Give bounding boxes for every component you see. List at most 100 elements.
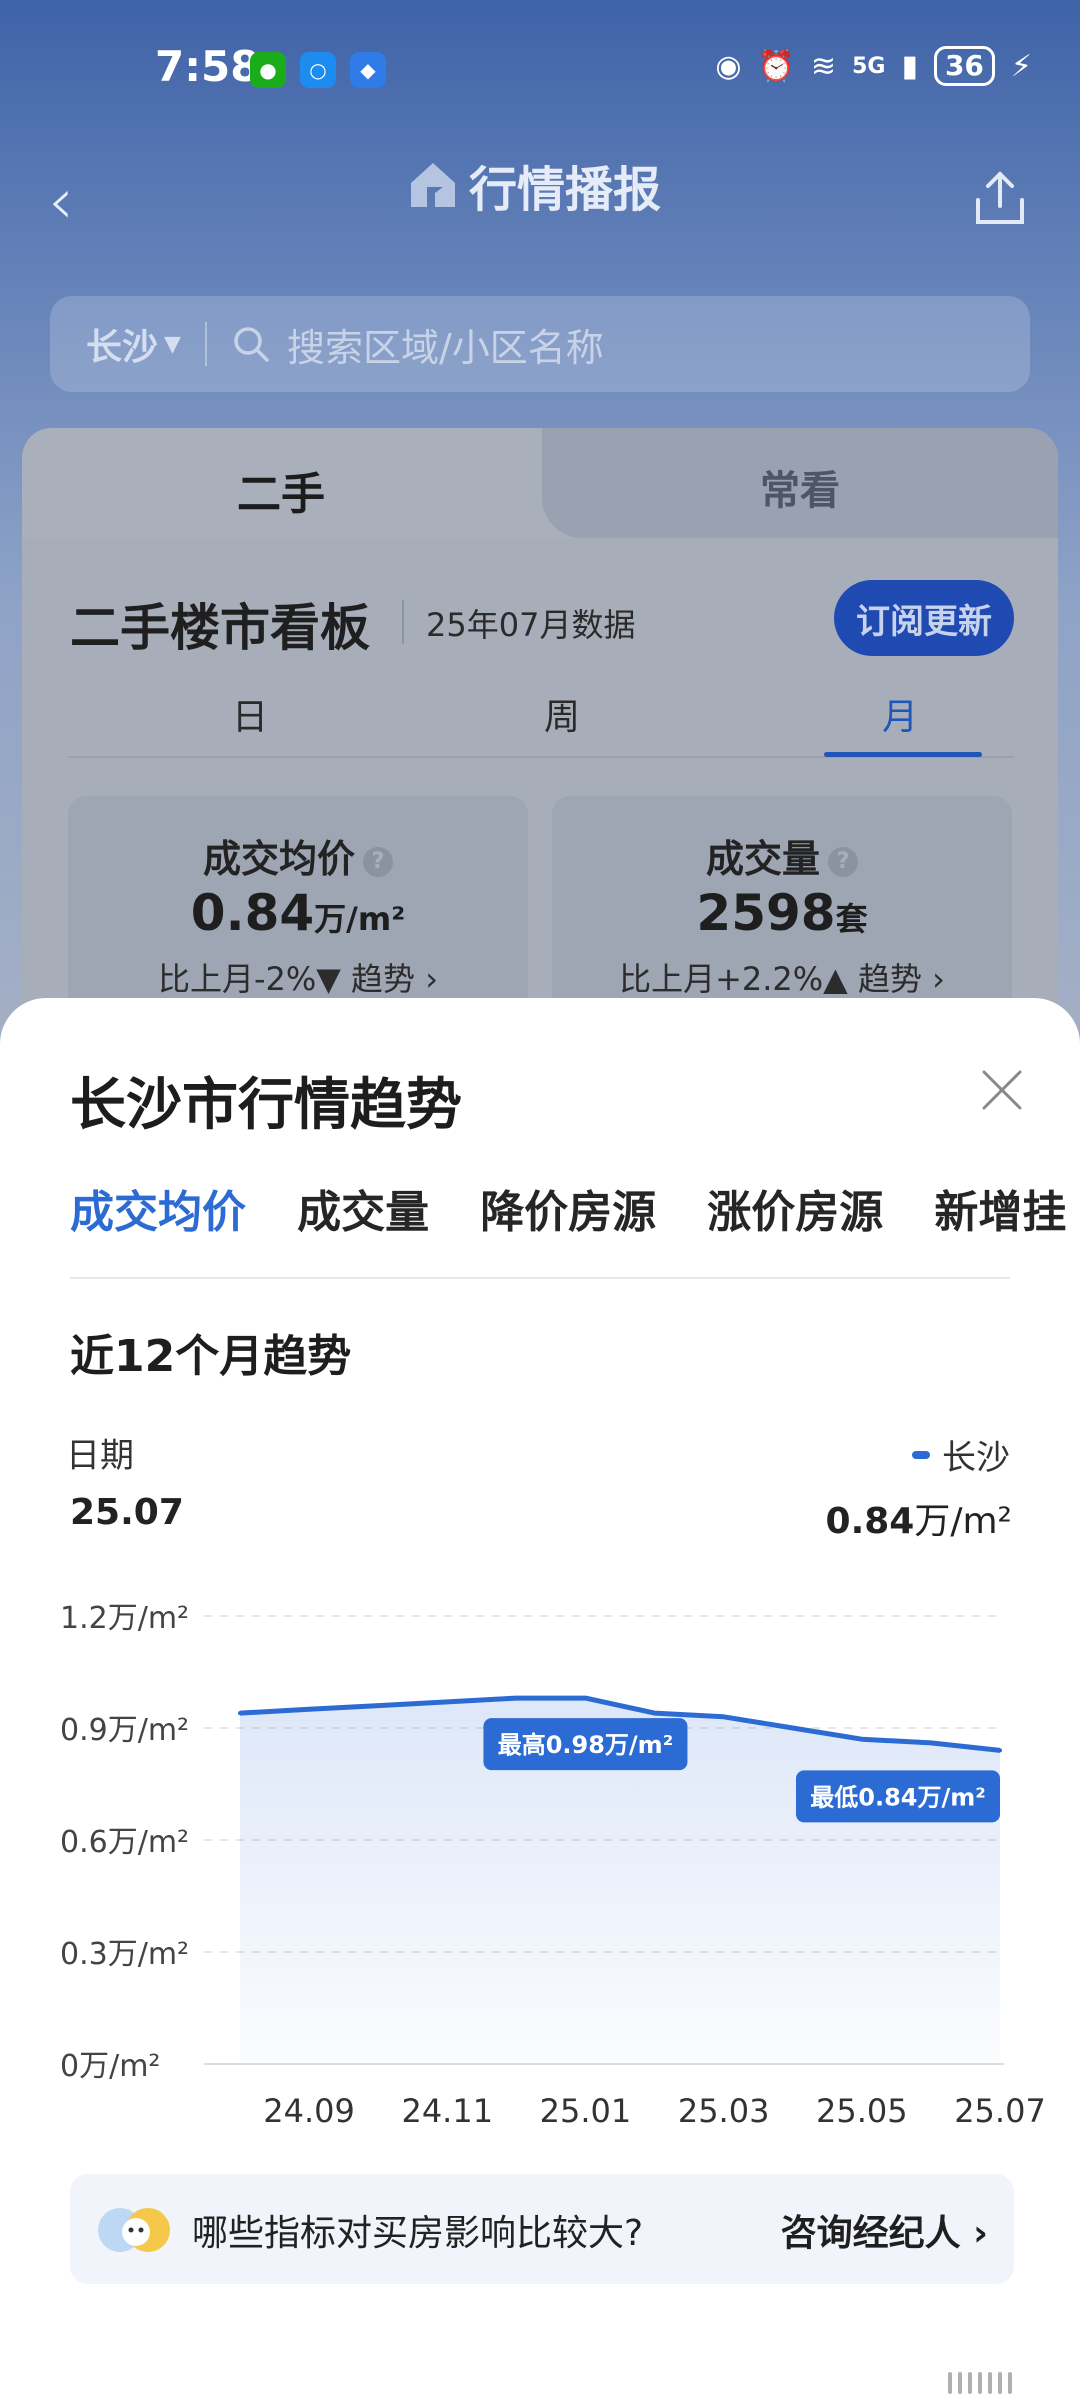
data-point [307,1707,312,1712]
x-tick-label: 24.11 [401,2092,493,2130]
period-tab-day[interactable]: 日 [232,688,268,740]
search-icon [234,327,269,362]
stat-avg-price-value: 0.84 [190,884,315,942]
sheet-title: 长沙市行情趋势 [70,1073,462,1138]
wifi-icon: ≋ [810,48,837,84]
search-app-icon: ○ [300,52,336,88]
help-icon[interactable]: ? [363,846,393,877]
x-tick-label: 25.07 [954,2092,1046,2130]
y-tick-label: 1.2万/m² [60,1601,189,1636]
board-title: 二手楼市看板 [70,599,370,657]
metric-tab-new-listing[interactable]: 新增挂 [934,1176,1066,1240]
x-tick-label: 24.09 [263,2092,355,2130]
stat-volume-compare: 比上月+2.2%▲ 趋势 › [619,960,945,998]
date-value: 25.07 [70,1492,184,1533]
page-title: 行情播报 [469,162,662,218]
y-tick-label: 0.3万/m² [60,1937,189,1972]
charging-icon: ⚡ [1010,48,1032,84]
period-tab-indicator [824,752,982,757]
status-app-icons: ● ○ ◆ [250,52,386,88]
y-tick-label: 0.9万/m² [60,1713,189,1748]
signal-icon: ▮ [901,48,918,84]
battery-level: 36 [933,46,995,86]
data-point [859,1737,864,1742]
date-label: 日期 [66,1436,134,1476]
stat-avg-price-title: 成交均价 [202,837,355,881]
stat-avg-price-title-row: 成交均价? [68,828,528,883]
background-app: 7:58 ● ○ ◆ ◉ ⏰ ≋ 5G ▮ 36 ⚡ ‹ 行情播报 长沙 ▼ 搜… [0,0,1080,1128]
stat-avg-price-unit: 万/m² [314,900,406,938]
legend-name: 长沙 [942,1438,1010,1478]
tab-frequent[interactable]: 常看 [760,458,840,516]
period-tab-month[interactable]: 月 [882,688,918,740]
metric-tab-price-rise[interactable]: 涨价房源 [707,1176,883,1240]
search-input[interactable]: 搜索区域/小区名称 [287,317,604,372]
annotation-min: 最低0.84万/m² [810,1783,986,1811]
legend-value: 0.84 [825,1501,915,1542]
close-icon[interactable] [978,1066,1026,1114]
caret-down-icon: ▼ [164,331,181,357]
y-tick-label: 0.6万/m² [60,1825,189,1860]
metric-divider [70,1277,1010,1279]
stat-volume-value: 2598 [696,884,836,942]
legend-swatch [912,1450,930,1459]
metric-tab-volume[interactable]: 成交量 [297,1176,429,1240]
city-selector[interactable]: 长沙 [86,318,158,370]
house-logo-icon [411,163,455,207]
data-point [928,1740,933,1745]
network-type: 5G [852,53,886,79]
help-icon[interactable]: ? [828,846,858,877]
x-tick-label: 25.05 [816,2092,908,2130]
metric-tab-avg-price[interactable]: 成交均价 [70,1176,246,1240]
chart-legend: 长沙 [912,1430,1010,1479]
status-bar: 7:58 ● ○ ◆ ◉ ⏰ ≋ 5G ▮ 36 ⚡ [0,0,1080,150]
x-tick-label: 25.03 [678,2092,770,2130]
y-tick-label: 0万/m² [60,2049,160,2084]
advice-banner[interactable]: 哪些指标对买房影响比较大? 咨询经纪人 › [70,2174,1014,2284]
trend-chart[interactable]: 0万/m² 0.3万/m² 0.6万/m² 0.9万/m² 1.2万/m² 24.09 2… [0,1558,1080,2138]
stat-volume-title: 成交量 [705,837,820,881]
nav-gesture-bar [948,2372,1012,2394]
data-point [445,1699,450,1704]
browser-icon: ◆ [350,52,386,88]
trend-sheet: 长沙市行情趋势 成交均价 成交量 降价房源 涨价房源 新增挂 近12个月趋势 日… [0,998,1080,2400]
data-point [376,1703,381,1708]
data-point [652,1711,657,1716]
data-point [514,1696,519,1701]
legend-unit: 万/m² [914,1501,1012,1542]
stat-avg-price-compare: 比上月-2%▼ 趋势 › [157,960,439,998]
board-date: 25年07月数据 [426,606,636,644]
mascot-icon [98,2208,170,2252]
trend-title: 近12个月趋势 [70,1331,352,1382]
tab-second-hand[interactable]: 二手 [237,458,325,522]
data-point [583,1696,588,1701]
status-time: 7:58 [155,42,260,91]
annotation-max: 最高0.98万/m² [498,1731,674,1759]
nav-title-wrap: 行情播报 [405,150,661,220]
board-divider [402,600,404,644]
wechat-icon: ● [250,52,286,88]
period-tab-week[interactable]: 周 [544,688,580,740]
consult-agent-label: 咨询经纪人 [780,2213,961,2254]
data-point [998,1748,1002,1753]
advice-question: 哪些指标对买房影响比较大? [192,2213,644,2254]
consult-agent-link[interactable]: 咨询经纪人 › [781,2204,988,2256]
search-bar[interactable]: 长沙 ▼ 搜索区域/小区名称 [50,296,1030,392]
eye-icon: ◉ [715,48,742,84]
stat-volume-unit: 套 [835,900,868,938]
search-divider [204,322,207,366]
share-icon[interactable] [970,168,1030,228]
metric-tab-price-cut[interactable]: 降价房源 [480,1176,656,1240]
metric-tabs: 成交均价 成交量 降价房源 涨价房源 新增挂 [70,1176,1080,1276]
status-right: ◉ ⏰ ≋ 5G ▮ 36 ⚡ [715,46,1032,86]
back-chevron-icon[interactable]: ‹ [48,165,74,239]
legend-value-row: 0.84万/m² [826,1492,1012,1544]
stat-volume-value-row: 2598套 [552,884,1012,942]
x-tick-label: 25.01 [540,2092,632,2130]
stat-avg-price-value-row: 0.84万/m² [68,884,528,942]
subscribe-button[interactable]: 订阅更新 [834,580,1014,656]
data-point [721,1714,726,1719]
period-tabs: 日 周 月 [68,688,1014,758]
stat-volume-title-row: 成交量? [552,828,1012,883]
data-point [238,1711,242,1716]
